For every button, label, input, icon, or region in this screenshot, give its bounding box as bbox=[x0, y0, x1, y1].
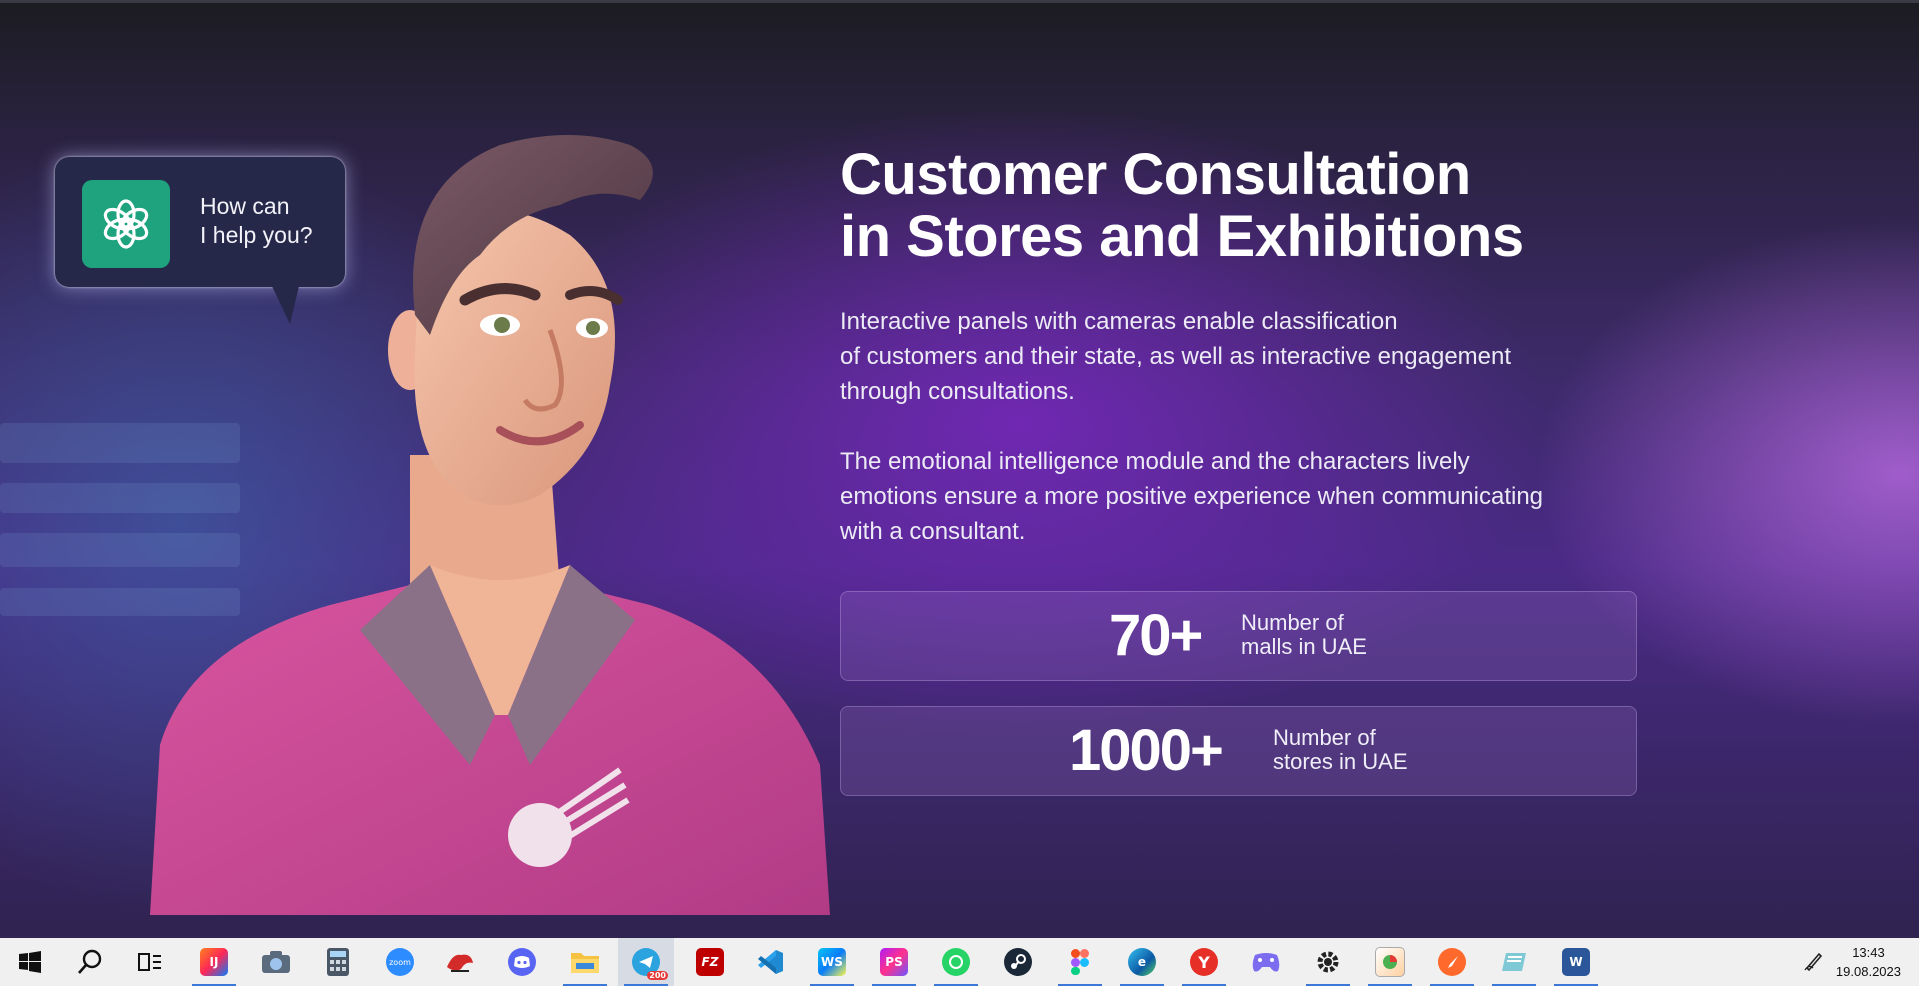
taskbar-app-camera[interactable] bbox=[248, 938, 304, 986]
task-view-icon bbox=[138, 953, 161, 971]
taskbar-app-discord[interactable] bbox=[494, 938, 550, 986]
stat-card-malls: 70+ Number of malls in UAE bbox=[840, 591, 1637, 681]
taskbar-app-word[interactable]: W bbox=[1548, 938, 1604, 986]
paragraph-line: emotions ensure a more positive experien… bbox=[840, 483, 1544, 510]
page-title: Customer Consultation in Stores and Exhi… bbox=[840, 144, 1524, 268]
phpstorm-icon: PS bbox=[880, 948, 908, 976]
paragraph-line: The emotional intelligence module and th… bbox=[840, 448, 1470, 475]
title-line: Customer Consultation bbox=[840, 142, 1471, 207]
telegram-icon: 200 bbox=[632, 948, 668, 980]
unread-badge: 200 bbox=[647, 971, 668, 980]
stat-label-line: malls in UAE bbox=[1241, 634, 1367, 659]
paragraph-line: Interactive panels with cameras enable c… bbox=[840, 308, 1398, 335]
paragraph-line: through consultations. bbox=[840, 378, 1075, 405]
stat-label-line: Number of bbox=[1241, 610, 1344, 635]
paragraph-line: of customers and their state, as well as… bbox=[840, 343, 1512, 370]
taskbar-app-file-explorer[interactable] bbox=[557, 938, 613, 986]
calculator-icon bbox=[327, 948, 349, 976]
gear-icon bbox=[1317, 951, 1339, 973]
chatgpt-logo-icon bbox=[82, 180, 170, 268]
stat-number: 1000+ bbox=[1069, 718, 1224, 783]
taskbar-app-settings[interactable] bbox=[1300, 938, 1356, 986]
clock-date: 19.08.2023 bbox=[1835, 964, 1901, 979]
figma-icon bbox=[1071, 949, 1089, 975]
description-paragraph: Interactive panels with cameras enable c… bbox=[840, 304, 1660, 409]
chart-app-icon bbox=[1375, 947, 1405, 977]
folder-icon bbox=[571, 953, 599, 973]
search-icon bbox=[78, 949, 102, 974]
webstorm-icon: WS bbox=[818, 948, 846, 976]
camera-icon bbox=[262, 951, 290, 973]
stat-label-line: Number of bbox=[1273, 725, 1376, 750]
taskbar-app-yandex[interactable]: Y bbox=[1176, 938, 1232, 986]
steam-icon bbox=[1004, 948, 1032, 976]
clock-time: 13:43 bbox=[1852, 945, 1885, 960]
search-button[interactable] bbox=[62, 938, 118, 986]
edge-icon: e bbox=[1128, 948, 1156, 976]
whatsapp-icon bbox=[942, 948, 970, 976]
stat-card-stores: 1000+ Number of stores in UAE bbox=[840, 706, 1637, 796]
windows-icon bbox=[19, 951, 41, 973]
chat-bubble-line: I help you? bbox=[200, 222, 313, 248]
taskbar-app-chart[interactable] bbox=[1362, 938, 1418, 986]
taskbar-app-game[interactable] bbox=[1238, 938, 1294, 986]
chat-bubble-text: How can I help you? bbox=[200, 192, 350, 250]
taskbar-app-zoom[interactable]: zoom bbox=[372, 938, 428, 986]
stat-number: 70+ bbox=[1109, 603, 1203, 668]
taskbar-app-whatsapp[interactable] bbox=[928, 938, 984, 986]
vscode-icon bbox=[758, 950, 783, 974]
app-icon bbox=[447, 954, 473, 972]
stat-label-line: stores in UAE bbox=[1273, 749, 1408, 774]
stat-label: Number of malls in UAE bbox=[1241, 611, 1367, 659]
taskbar-app-intellij[interactable]: IJ bbox=[186, 938, 242, 986]
taskbar-app-figma[interactable] bbox=[1052, 938, 1108, 986]
intellij-icon: IJ bbox=[200, 948, 228, 976]
discord-icon bbox=[508, 948, 536, 976]
taskbar-app-steam[interactable] bbox=[990, 938, 1046, 986]
paragraph-line: with a consultant. bbox=[840, 518, 1026, 545]
chat-bubble-tail bbox=[270, 282, 300, 324]
app-icon bbox=[1502, 953, 1526, 971]
start-button[interactable] bbox=[2, 938, 58, 986]
gamepad-icon bbox=[1252, 953, 1280, 972]
taskbar-app-red[interactable] bbox=[432, 938, 488, 986]
taskbar-app-telegram[interactable]: 200 bbox=[618, 938, 674, 986]
word-icon: W bbox=[1562, 948, 1590, 976]
filezilla-icon: FZ bbox=[696, 948, 724, 976]
chat-bubble-line: How can bbox=[200, 193, 290, 219]
system-clock[interactable]: 13:43 19.08.2023 bbox=[1836, 943, 1901, 981]
windows-taskbar: IJ zoom 200 FZ WS PS e Y W 13:43 19.08.2… bbox=[0, 938, 1919, 986]
taskbar-app-edge[interactable]: e bbox=[1114, 938, 1170, 986]
taskbar-app-vscode[interactable] bbox=[742, 938, 798, 986]
taskbar-app-orange[interactable] bbox=[1424, 938, 1480, 986]
title-line: in Stores and Exhibitions bbox=[840, 204, 1524, 269]
taskbar-app-teal[interactable] bbox=[1486, 938, 1542, 986]
pen-input-icon[interactable] bbox=[1803, 950, 1825, 972]
compass-icon bbox=[1438, 948, 1466, 976]
taskbar-app-webstorm[interactable]: WS bbox=[804, 938, 860, 986]
yandex-browser-icon: Y bbox=[1190, 948, 1218, 976]
taskbar-app-filezilla[interactable]: FZ bbox=[682, 938, 738, 986]
description-paragraph: The emotional intelligence module and th… bbox=[840, 444, 1660, 549]
task-view-button[interactable] bbox=[122, 938, 178, 986]
stat-label: Number of stores in UAE bbox=[1273, 726, 1408, 774]
taskbar-app-calculator[interactable] bbox=[310, 938, 366, 986]
zoom-icon: zoom bbox=[386, 948, 414, 976]
taskbar-app-phpstorm[interactable]: PS bbox=[866, 938, 922, 986]
